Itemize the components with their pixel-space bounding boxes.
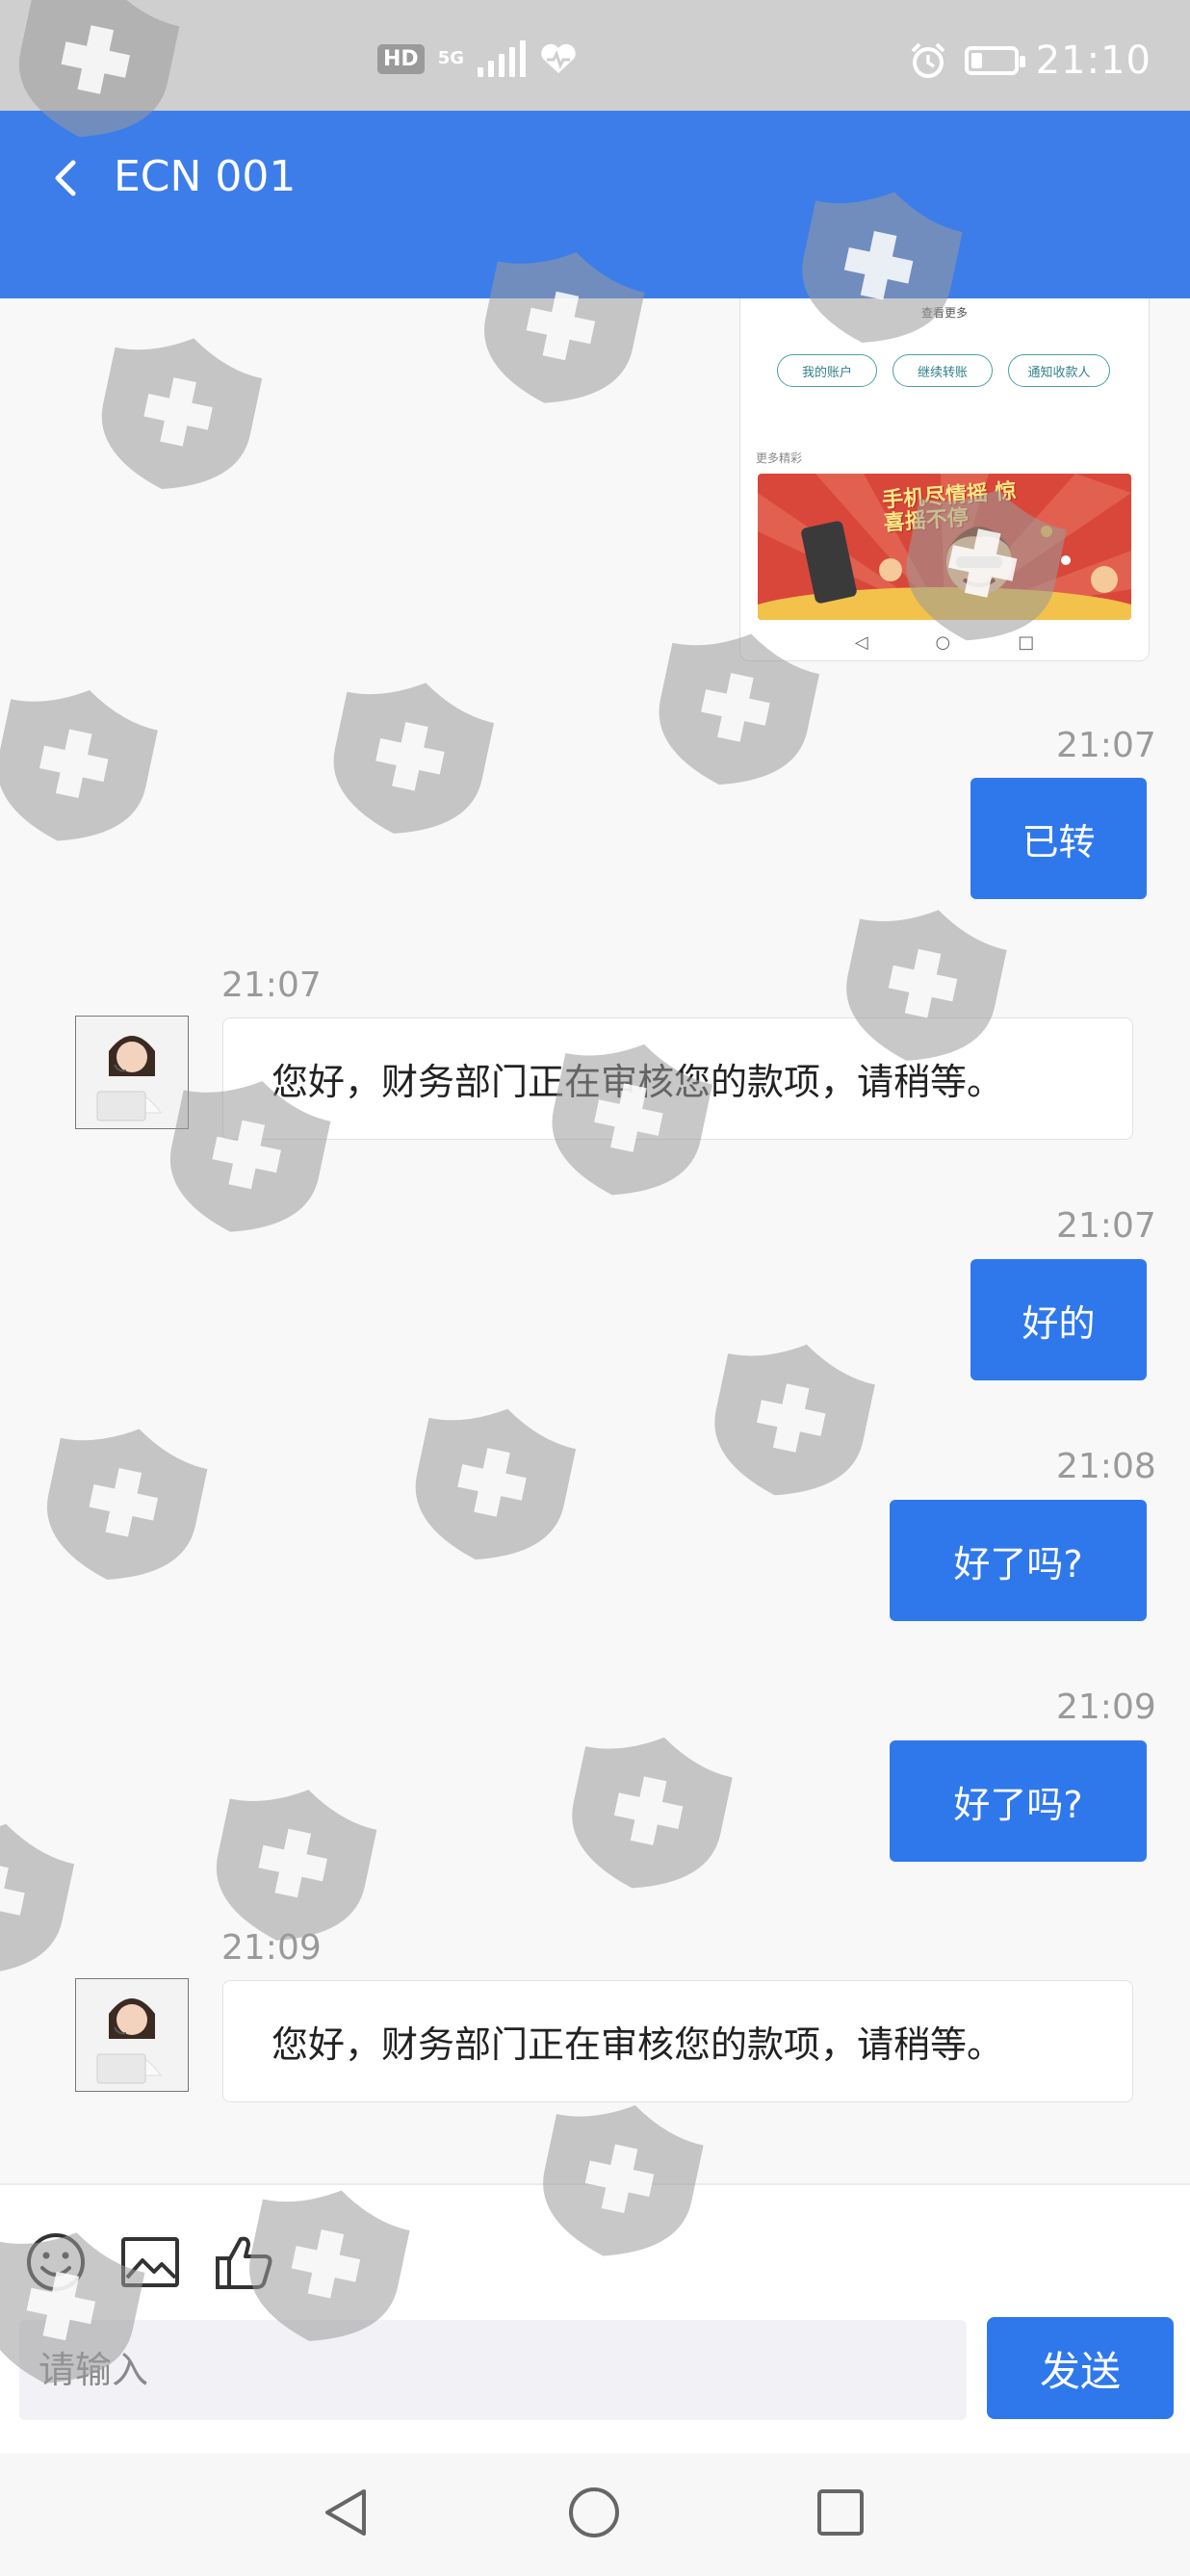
- agent-avatar-image: [76, 1017, 188, 1128]
- notify-payee-pill: 通知收款人: [1008, 354, 1110, 387]
- continue-transfer-pill: 继续转账: [892, 354, 993, 387]
- incoming-message[interactable]: 您好，财务部门正在审核您的款项，请稍等。: [222, 1980, 1133, 2102]
- battery-icon: [964, 46, 1025, 75]
- status-time: 21:10: [1035, 39, 1151, 83]
- message-time: 21:07: [1056, 726, 1156, 765]
- outgoing-message[interactable]: 好了吗?: [890, 1500, 1147, 1621]
- shared-screenshot-image[interactable]: 查看更多 我的账户 继续转账 通知收款人 更多精彩 手机尽情摇 惊喜摇不停 ◁: [739, 298, 1150, 661]
- health-heart-icon: [541, 43, 576, 73]
- screenshot-back-icon: ◁: [854, 632, 868, 653]
- back-icon[interactable]: [46, 149, 94, 207]
- agent-avatar[interactable]: [75, 1978, 189, 2092]
- emoji-icon[interactable]: [25, 2231, 87, 2293]
- message-time: 21:07: [221, 966, 322, 1005]
- promo-banner: 手机尽情摇 惊喜摇不停: [758, 474, 1131, 620]
- outgoing-message[interactable]: 已转: [970, 778, 1147, 899]
- send-button[interactable]: 发送: [987, 2317, 1174, 2419]
- incoming-message[interactable]: 您好，财务部门正在审核您的款项，请稍等。: [222, 1018, 1133, 1140]
- thumbs-up-icon[interactable]: [214, 2231, 275, 2293]
- network-type: 5G: [437, 48, 464, 68]
- composer: 发送: [0, 2183, 1190, 2455]
- system-nav-bar: [0, 2453, 1190, 2576]
- agent-avatar-image: [76, 1979, 188, 2091]
- screenshot-home-icon: ○: [935, 632, 951, 653]
- outgoing-message[interactable]: 好的: [970, 1259, 1147, 1380]
- see-more-label: 查看更多: [920, 306, 968, 320]
- signal-icon: [478, 40, 526, 77]
- status-right: 21:10: [909, 39, 1151, 83]
- promo-banner-text: 手机尽情摇 惊喜摇不停: [881, 479, 1018, 536]
- status-bar: HD 5G 21:10: [0, 0, 1190, 111]
- agent-avatar[interactable]: [75, 1016, 189, 1129]
- chat-header: ECN 001: [0, 111, 1190, 298]
- nav-home-icon[interactable]: [563, 2482, 625, 2543]
- chat-list[interactable]: 查看更多 我的账户 继续转账 通知收款人 更多精彩 手机尽情摇 惊喜摇不停 ◁: [0, 298, 1190, 2183]
- nav-recents-icon[interactable]: [810, 2482, 871, 2543]
- outgoing-message[interactable]: 好了吗?: [890, 1740, 1147, 1862]
- message-input[interactable]: [19, 2320, 967, 2420]
- image-icon[interactable]: [119, 2231, 181, 2293]
- more-highlights-label: 更多精彩: [756, 451, 803, 465]
- page-title: ECN 001: [114, 152, 297, 201]
- alarm-icon: [911, 42, 945, 78]
- hd-badge: HD: [377, 43, 425, 74]
- nav-back-icon[interactable]: [316, 2482, 377, 2543]
- screenshot-nav: ◁ ○ □: [740, 632, 1149, 653]
- screenshot-recents-icon: □: [1018, 632, 1035, 653]
- status-left-icons: HD 5G: [377, 40, 578, 77]
- message-time: 21:08: [1056, 1447, 1156, 1486]
- message-time: 21:07: [1056, 1206, 1156, 1246]
- message-time: 21:09: [221, 1928, 322, 1968]
- my-account-pill: 我的账户: [777, 354, 877, 387]
- message-time: 21:09: [1056, 1687, 1156, 1727]
